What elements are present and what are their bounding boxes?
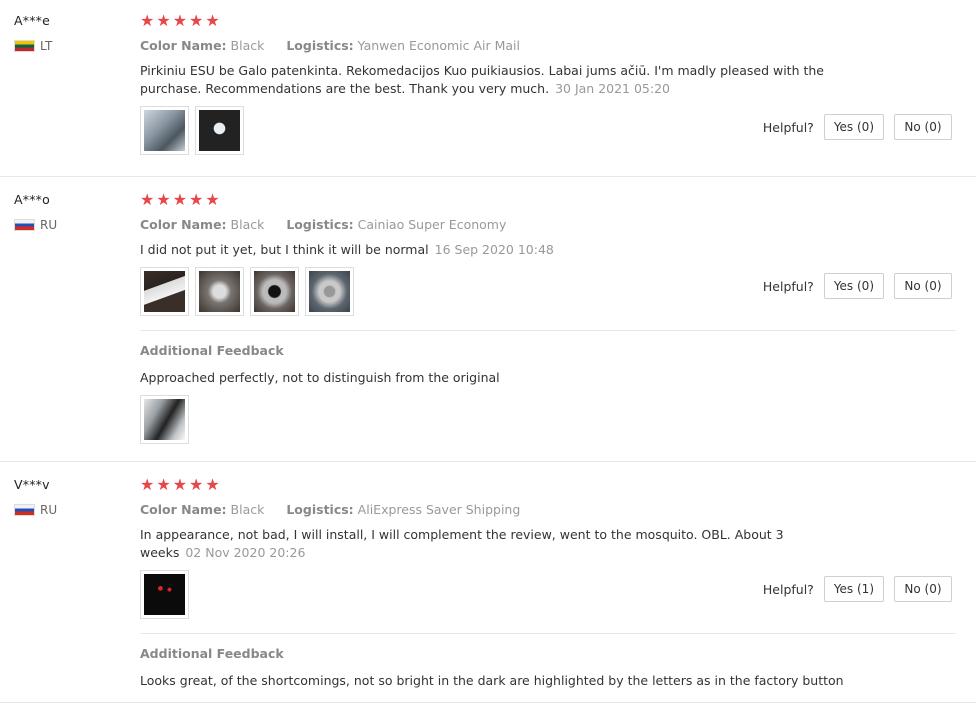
logistics-value: Yanwen Economic Air Mail	[357, 38, 520, 53]
photo-image	[254, 271, 295, 312]
star-icon: ★	[156, 190, 171, 209]
helpful-label: Helpful?	[762, 119, 814, 135]
star-icon: ★	[189, 475, 204, 494]
review-text: I did not put it yet, but I think it wil…	[140, 241, 830, 259]
star-icon: ★	[156, 11, 171, 30]
star-icon: ★	[140, 475, 155, 494]
russia-flag-icon	[14, 504, 35, 516]
review-photo-thumbnail[interactable]	[305, 267, 354, 316]
logistics-value: AliExpress Saver Shipping	[357, 502, 521, 517]
star-icon: ★	[140, 190, 155, 209]
additional-feedback: Additional Feedback Looks great, of the …	[140, 633, 956, 688]
photo-image	[199, 110, 240, 151]
logistics-label: Logistics:	[286, 38, 354, 53]
review-item: A***o RU ★ ★ ★ ★ ★ Color Name: Black Log…	[0, 177, 976, 462]
star-icon: ★	[189, 190, 204, 209]
review-body: Pirkiniu ESU be Galo patenkinta. Rekomed…	[140, 63, 824, 96]
star-icon: ★	[140, 11, 155, 30]
photo-image	[144, 271, 185, 312]
star-icon: ★	[205, 190, 220, 209]
logistics-label: Logistics:	[286, 217, 354, 232]
photo-image	[199, 271, 240, 312]
star-icon: ★	[205, 11, 220, 30]
additional-feedback-title: Additional Feedback	[140, 343, 284, 358]
helpful-yes-button[interactable]: Yes (1)	[823, 576, 884, 602]
star-rating: ★ ★ ★ ★ ★	[140, 477, 956, 493]
star-icon: ★	[172, 11, 188, 30]
lithuania-flag-icon	[14, 40, 35, 52]
additional-feedback-text: Looks great, of the shortcomings, not so…	[140, 673, 844, 688]
review-item: A***e LT ★ ★ ★ ★ ★ Color Name: Black Log…	[0, 0, 976, 177]
russia-flag-icon	[14, 219, 35, 231]
logistics-label: Logistics:	[286, 502, 354, 517]
country-code: RU	[40, 503, 58, 517]
helpful-label: Helpful?	[762, 581, 814, 597]
review-photo-thumbnail[interactable]	[195, 106, 244, 155]
star-rating: ★ ★ ★ ★ ★	[140, 192, 956, 208]
review-body: I did not put it yet, but I think it wil…	[140, 242, 429, 257]
helpful-voting: Helpful? Yes (0) No (0)	[763, 114, 952, 140]
photo-image	[309, 271, 350, 312]
color-name-label: Color Name:	[140, 38, 227, 53]
color-name-value: Black	[230, 217, 265, 232]
additional-feedback: Additional Feedback Approached perfectly…	[140, 330, 956, 444]
helpful-label: Helpful?	[762, 278, 814, 294]
helpful-yes-button[interactable]: Yes (0)	[823, 114, 884, 140]
helpful-no-button[interactable]: No (0)	[894, 576, 952, 602]
review-item: V***v RU ★ ★ ★ ★ ★ Color Name: Black Log…	[0, 462, 976, 703]
review-text: In appearance, not bad, I will install, …	[140, 526, 830, 562]
star-icon: ★	[172, 475, 188, 494]
review-text: Pirkiniu ESU be Galo patenkinta. Rekomed…	[140, 62, 830, 98]
reviewer-country: RU	[14, 503, 134, 517]
review-photo-thumbnail[interactable]	[140, 106, 189, 155]
logistics-value: Cainiao Super Economy	[357, 217, 507, 232]
review-photo-thumbnail[interactable]	[195, 267, 244, 316]
reviewer-info: A***o RU	[14, 192, 134, 232]
color-name-label: Color Name:	[140, 217, 227, 232]
additional-photos	[140, 395, 956, 444]
helpful-voting: Helpful? Yes (1) No (0)	[763, 576, 952, 602]
reviewer-name: V***v	[14, 477, 50, 492]
review-date: 30 Jan 2021 05:20	[555, 81, 671, 96]
photo-image	[144, 574, 185, 615]
color-name-value: Black	[230, 502, 265, 517]
review-date: 02 Nov 2020 20:26	[185, 545, 306, 560]
star-rating: ★ ★ ★ ★ ★	[140, 13, 956, 29]
review-date: 16 Sep 2020 10:48	[434, 242, 554, 257]
star-icon: ★	[156, 475, 171, 494]
helpful-no-button[interactable]: No (0)	[894, 273, 952, 299]
review-photo-thumbnail[interactable]	[140, 267, 189, 316]
additional-feedback-title: Additional Feedback	[140, 646, 284, 661]
photo-image	[144, 110, 185, 151]
helpful-voting: Helpful? Yes (0) No (0)	[763, 273, 952, 299]
helpful-yes-button[interactable]: Yes (0)	[823, 273, 884, 299]
review-photo-thumbnail[interactable]	[140, 570, 189, 619]
reviewer-name: A***o	[14, 192, 50, 207]
country-code: LT	[40, 39, 53, 53]
star-icon: ★	[172, 190, 188, 209]
reviewer-country: RU	[14, 218, 134, 232]
review-photo-thumbnail[interactable]	[140, 395, 189, 444]
helpful-no-button[interactable]: No (0)	[894, 114, 952, 140]
order-meta: Color Name: Black Logistics: Yanwen Econ…	[140, 38, 956, 53]
star-icon: ★	[189, 11, 204, 30]
country-code: RU	[40, 218, 58, 232]
star-icon: ★	[205, 475, 220, 494]
reviewer-name: A***e	[14, 13, 50, 28]
color-name-value: Black	[230, 38, 265, 53]
order-meta: Color Name: Black Logistics: Cainiao Sup…	[140, 217, 956, 232]
reviewer-info: V***v RU	[14, 477, 134, 517]
reviewer-info: A***e LT	[14, 13, 134, 53]
additional-feedback-text: Approached perfectly, not to distinguish…	[140, 370, 500, 385]
color-name-label: Color Name:	[140, 502, 227, 517]
order-meta: Color Name: Black Logistics: AliExpress …	[140, 502, 956, 517]
review-photo-thumbnail[interactable]	[250, 267, 299, 316]
photo-image	[144, 399, 185, 440]
reviewer-country: LT	[14, 39, 134, 53]
